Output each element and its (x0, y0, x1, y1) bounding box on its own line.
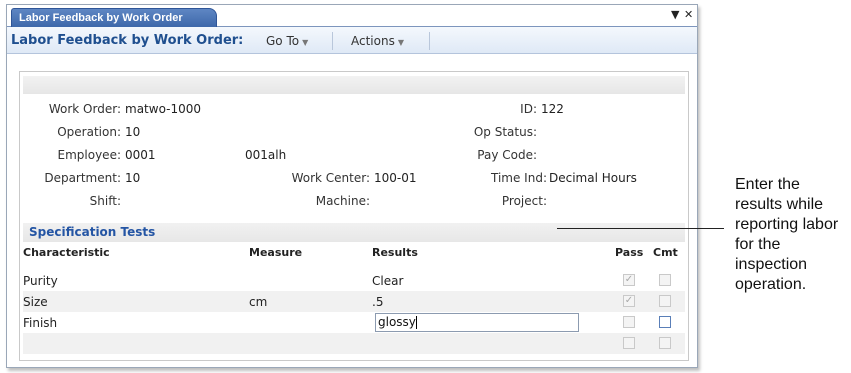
labor-feedback-window: Labor Feedback by Work Order ▼ ✕ Labor F… (6, 4, 698, 368)
work-order-value: matwo-1000 (125, 102, 201, 116)
cmt-checkbox (659, 295, 671, 307)
characteristic-cell: Size (23, 295, 48, 309)
goto-menu-label: Go To (266, 34, 300, 48)
col-measure: Measure (249, 246, 303, 259)
table-row: Size cm .5 ✓ (23, 291, 685, 312)
operation-value: 10 (125, 125, 141, 139)
col-pass: Pass (615, 246, 644, 259)
employee-value: 0001 (125, 148, 156, 162)
menu-bar: Labor Feedback by Work Order: Go To ▼ Act… (7, 27, 697, 54)
table-row: Purity Clear ✓ (23, 270, 685, 291)
results-cell: Clear (372, 274, 404, 288)
pass-checkbox (623, 337, 635, 349)
actions-menu-label: Actions (351, 34, 395, 48)
op-status-label: Op Status: (473, 125, 537, 139)
work-center-label: Work Center: (291, 171, 370, 185)
pay-code-label: Pay Code: (477, 148, 537, 162)
close-icon[interactable]: ✕ (684, 8, 693, 22)
project-label: Project: (501, 194, 547, 208)
id-value: 122 (541, 102, 564, 116)
col-characteristic: Characteristic (23, 246, 110, 259)
work-order-label: Work Order: (48, 102, 121, 116)
characteristic-cell: Finish (23, 316, 58, 330)
labor-detail-panel: Work Order: matwo-1000 ID: 122 Operation… (19, 71, 689, 361)
measure-cell: cm (249, 295, 268, 309)
table-row: Finish glossy (23, 312, 685, 333)
goto-menu[interactable]: Go To ▼ (266, 34, 308, 48)
results-input[interactable]: glossy (375, 313, 579, 332)
panel-header-bar (23, 76, 685, 94)
text-caret (415, 316, 417, 329)
callout-leader-line (557, 228, 724, 229)
work-center-value: 100-01 (374, 171, 417, 185)
shift-label: Shift: (89, 194, 121, 208)
operation-label: Operation: (57, 125, 121, 139)
id-label: ID: (520, 102, 537, 116)
chevron-down-icon: ▼ (397, 38, 404, 47)
specification-tests-header[interactable]: Specification Tests (23, 223, 685, 242)
menu-divider (429, 32, 430, 50)
results-cell: .5 (372, 295, 384, 309)
actions-menu[interactable]: Actions ▼ (351, 34, 404, 48)
pass-checkbox: ✓ (623, 274, 635, 286)
cmt-checkbox (659, 274, 671, 286)
col-results: Results (372, 246, 418, 259)
employee-name: 001alh (245, 148, 287, 162)
table-row (23, 333, 685, 354)
col-cmt: Cmt (653, 246, 678, 259)
cmt-checkbox (659, 337, 671, 349)
pass-checkbox: ✓ (623, 295, 635, 307)
time-ind-value: Decimal Hours (549, 171, 637, 185)
characteristic-cell: Purity (23, 274, 58, 288)
department-value: 10 (125, 171, 141, 185)
tab-strip: Labor Feedback by Work Order ▼ ✕ (7, 5, 697, 27)
tab-labor-feedback[interactable]: Labor Feedback by Work Order (11, 8, 217, 27)
menu-divider (332, 32, 333, 50)
cmt-checkbox[interactable] (659, 316, 671, 328)
chevron-down-icon: ▼ (302, 38, 309, 47)
window-menu-dropdown-icon[interactable]: ▼ (671, 8, 679, 22)
machine-label: Machine: (315, 194, 370, 208)
results-input-value: glossy (378, 315, 416, 329)
employee-label: Employee: (57, 148, 121, 162)
pass-checkbox[interactable] (623, 316, 635, 328)
department-label: Department: (44, 171, 121, 185)
callout-text: Enter the results while reporting labor … (735, 176, 839, 293)
time-ind-label: Time Ind: (491, 171, 547, 185)
page-title: Labor Feedback by Work Order: (11, 33, 244, 48)
